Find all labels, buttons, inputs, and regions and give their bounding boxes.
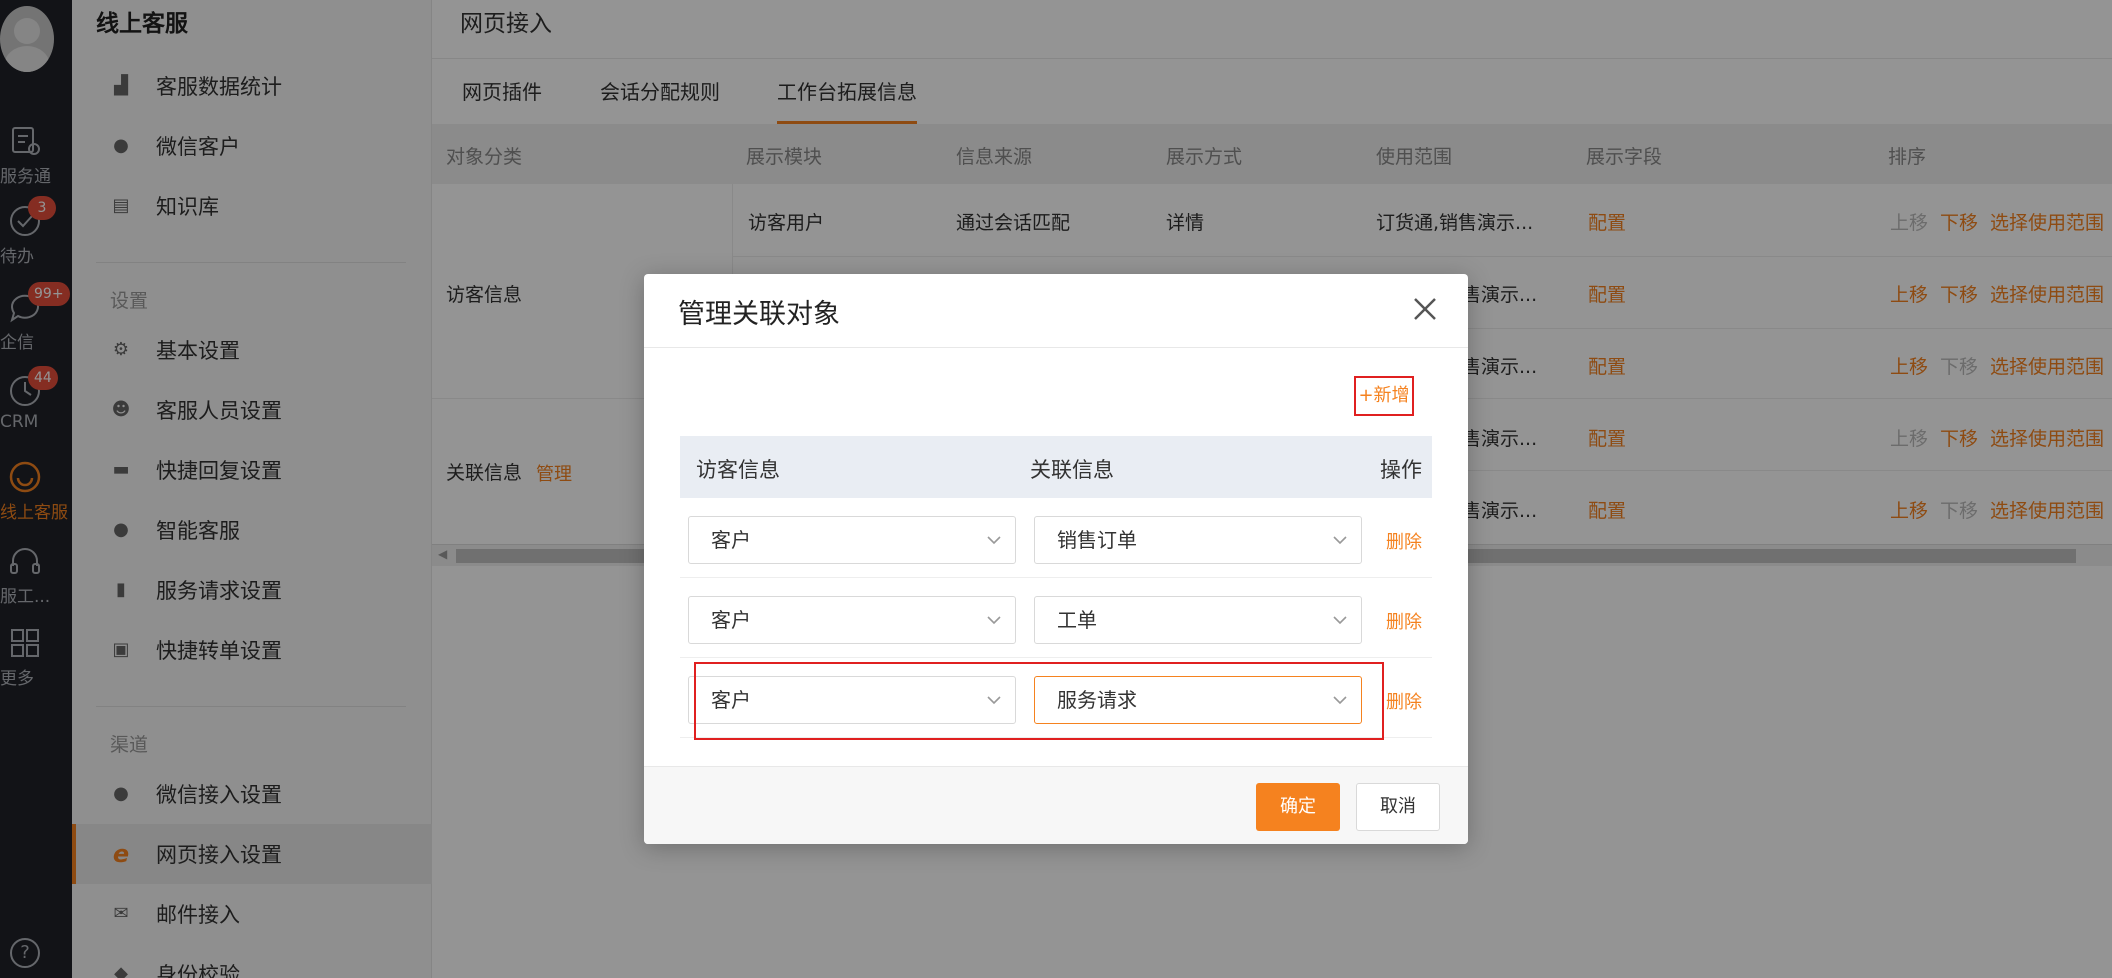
header-related: 关联信息	[1030, 458, 1114, 482]
select-value: 销售订单	[1057, 528, 1137, 552]
cancel-button[interactable]: 取消	[1356, 783, 1440, 831]
chevron-down-icon	[987, 616, 1001, 625]
visitor-select[interactable]: 客户	[688, 596, 1016, 644]
delete-link[interactable]: 删除	[1386, 688, 1422, 714]
close-icon[interactable]	[1408, 292, 1442, 326]
visitor-select[interactable]: 客户	[688, 516, 1016, 564]
visitor-select[interactable]: 客户	[688, 676, 1016, 724]
relation-table-header: 访客信息 关联信息 操作	[680, 436, 1432, 498]
dialog-title: 管理关联对象	[678, 299, 840, 330]
select-value: 客户	[711, 528, 751, 552]
related-select[interactable]: 销售订单	[1034, 516, 1362, 564]
dialog-header: 管理关联对象	[644, 274, 1468, 348]
related-select[interactable]: 工单	[1034, 596, 1362, 644]
header-visitor: 访客信息	[696, 458, 780, 482]
relation-row: 客户 服务请求 删除	[680, 658, 1432, 738]
header-action: 操作	[1380, 458, 1422, 482]
relation-row: 客户 工单 删除	[680, 578, 1432, 658]
chevron-down-icon	[1333, 616, 1347, 625]
delete-link[interactable]: 删除	[1386, 528, 1422, 554]
select-value: 客户	[711, 608, 751, 632]
confirm-button[interactable]: 确定	[1256, 783, 1340, 831]
add-button[interactable]: +新增	[1354, 376, 1414, 416]
manage-related-dialog: 管理关联对象 +新增 访客信息 关联信息 操作 客户 销售订单 删除 客户 工单…	[644, 274, 1468, 844]
dialog-footer: 确定 取消	[644, 766, 1468, 844]
chevron-down-icon	[987, 536, 1001, 545]
select-value: 客户	[711, 688, 751, 712]
delete-link[interactable]: 删除	[1386, 608, 1422, 634]
chevron-down-icon	[1333, 696, 1347, 705]
select-value: 工单	[1057, 608, 1097, 632]
select-value: 服务请求	[1057, 688, 1137, 712]
related-select[interactable]: 服务请求	[1034, 676, 1362, 724]
chevron-down-icon	[1333, 536, 1347, 545]
relation-row: 客户 销售订单 删除	[680, 498, 1432, 578]
chevron-down-icon	[987, 696, 1001, 705]
